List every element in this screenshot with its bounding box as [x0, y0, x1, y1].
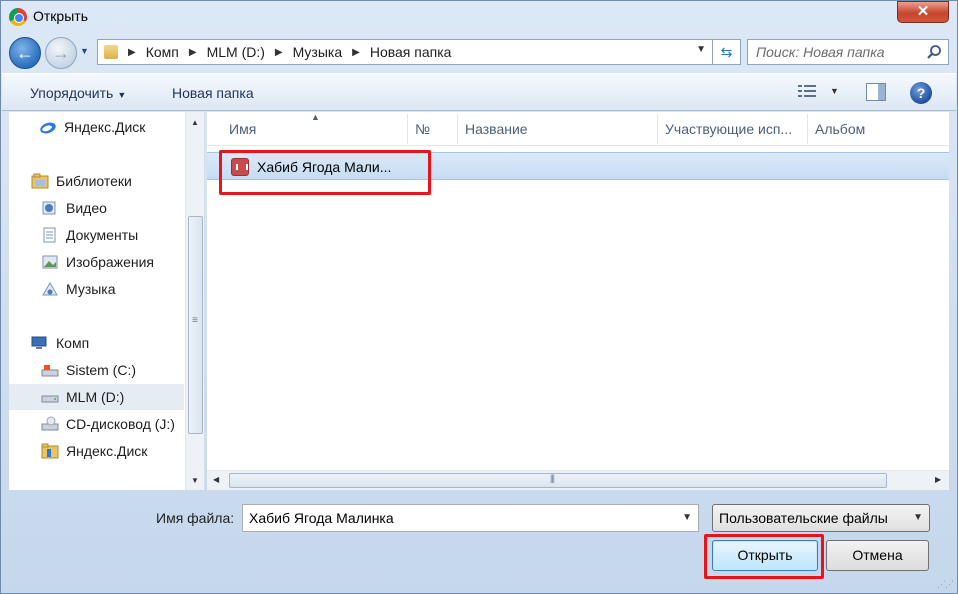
window-title: Открыть	[33, 8, 88, 24]
column-divider[interactable]	[407, 114, 408, 144]
close-button[interactable]: ✕	[897, 1, 949, 23]
scroll-down-icon[interactable]: ▼	[191, 476, 199, 485]
chevron-down-icon[interactable]: ▼	[696, 44, 706, 55]
nav-item-label: Музыка	[66, 281, 116, 297]
nav-item-label: Яндекс.Диск	[66, 443, 148, 459]
libraries-icon	[31, 173, 49, 189]
breadcrumb-item[interactable]: Комп	[146, 44, 179, 60]
nav-item-yandex-folder[interactable]: Яндекс.Диск	[41, 438, 204, 464]
breadcrumb-separator-icon[interactable]: ▶	[189, 47, 197, 58]
nav-item-label: Документы	[66, 227, 139, 243]
computer-icon	[31, 336, 47, 349]
nav-item-label: Библиотеки	[56, 173, 132, 189]
open-file-dialog: Открыть ✕ ← → ▼ ▶ Комп ▶ MLM (D:) ▶ Музыка …	[0, 0, 958, 594]
forward-button[interactable]: →	[45, 37, 77, 69]
nav-item-libraries[interactable]: Библиотеки	[31, 168, 204, 194]
breadcrumb-item[interactable]: Музыка	[293, 44, 343, 60]
navigation-pane: Яндекс.Диск Библиотеки Видео Документы И…	[9, 112, 205, 490]
breadcrumb-separator-icon[interactable]: ▶	[128, 47, 136, 58]
view-options-icon[interactable]	[798, 84, 816, 100]
organize-label: Упорядочить	[30, 85, 114, 101]
filename-label: Имя файла:	[156, 510, 235, 526]
help-icon[interactable]: ?	[910, 82, 932, 104]
nav-item-mlm-drive[interactable]: MLM (D:)	[9, 384, 184, 410]
system-drive-icon	[41, 365, 59, 377]
cancel-button[interactable]: Отмена	[826, 540, 929, 571]
scroll-left-icon[interactable]: ◀	[213, 475, 219, 484]
nav-item-computer[interactable]: Комп	[31, 330, 204, 356]
pictures-library-icon	[42, 255, 58, 269]
nav-item-music[interactable]: Музыка	[41, 276, 204, 302]
music-library-icon	[42, 282, 58, 296]
yandex-folder-icon	[41, 443, 59, 459]
column-header-title[interactable]: Название	[465, 121, 528, 137]
title-bar: Открыть ✕	[1, 1, 957, 33]
refresh-icon: ⇆	[720, 44, 733, 60]
resize-grip-icon[interactable]: ⋰⋰	[937, 579, 954, 590]
column-header-artists[interactable]: Участвующие исп...	[665, 121, 792, 137]
nav-pane-scrollbar[interactable]: ▲ ▼	[185, 112, 204, 490]
documents-library-icon	[43, 227, 56, 243]
yandex-disk-icon	[40, 122, 56, 134]
nav-item-label: MLM (D:)	[66, 389, 125, 405]
column-divider[interactable]	[807, 114, 808, 144]
open-button-highlight-annotation	[704, 534, 824, 579]
back-button[interactable]: ←	[9, 37, 41, 69]
scrollbar-thumb[interactable]	[188, 216, 203, 434]
sort-ascending-icon: ▲	[311, 112, 320, 122]
command-toolbar: Упорядочить ▼ Новая папка ▼ ?	[2, 73, 956, 111]
preview-pane-icon[interactable]	[866, 83, 886, 101]
nav-item-pictures[interactable]: Изображения	[41, 249, 204, 275]
file-pane-horizontal-scrollbar[interactable]: ◀ ▶	[207, 470, 949, 490]
search-icon[interactable]	[926, 44, 942, 60]
column-divider[interactable]	[457, 114, 458, 144]
nav-item-documents[interactable]: Документы	[41, 222, 204, 248]
breadcrumb-separator-icon[interactable]: ▶	[275, 47, 283, 58]
nav-item-cd-drive[interactable]: CD-дисковод (J:)	[41, 411, 204, 437]
nav-item-label: Яндекс.Диск	[64, 119, 146, 135]
chevron-down-icon: ▼	[913, 512, 923, 523]
chevron-down-icon: ▼	[117, 90, 127, 100]
nav-item-label: Изображения	[66, 254, 154, 270]
chevron-down-icon[interactable]: ▼	[830, 86, 839, 96]
drive-icon	[41, 395, 59, 403]
filename-combobox[interactable]: ▼	[242, 504, 699, 532]
video-library-icon	[42, 201, 56, 215]
scroll-right-icon[interactable]: ▶	[935, 475, 941, 484]
column-header-name[interactable]: Имя	[229, 121, 256, 137]
refresh-button[interactable]: ⇆	[713, 39, 741, 65]
search-input[interactable]	[748, 40, 918, 64]
column-header-row: ▲ Имя № Название Участвующие исп... Альб…	[207, 112, 949, 146]
forward-arrow-icon: →	[52, 43, 70, 63]
nav-item-label: Sistem (C:)	[66, 362, 136, 378]
breadcrumb-item[interactable]: MLM (D:)	[207, 44, 265, 60]
organize-button[interactable]: Упорядочить ▼	[30, 85, 126, 101]
address-bar[interactable]: ▶ Комп ▶ MLM (D:) ▶ Музыка ▶ Новая папка ▼	[97, 39, 713, 65]
column-divider[interactable]	[657, 114, 658, 144]
file-type-select[interactable]: Пользовательские файлы ▼	[712, 504, 930, 532]
scrollbar-thumb[interactable]	[229, 473, 887, 488]
folder-icon	[104, 45, 118, 59]
nav-item-yandex-disk[interactable]: Яндекс.Диск	[39, 114, 204, 140]
column-header-album[interactable]: Альбом	[815, 121, 865, 137]
recent-locations-dropdown[interactable]: ▼	[80, 46, 89, 56]
breadcrumb-separator-icon[interactable]: ▶	[352, 47, 360, 58]
column-header-number[interactable]: №	[415, 121, 430, 137]
chrome-app-icon	[9, 8, 27, 26]
nav-item-label: CD-дисковод (J:)	[66, 416, 175, 432]
back-arrow-icon: ←	[16, 43, 34, 63]
cd-drive-icon	[41, 416, 59, 431]
scroll-up-icon[interactable]: ▲	[191, 118, 199, 127]
file-type-value: Пользовательские файлы	[719, 510, 888, 526]
search-box[interactable]	[747, 39, 949, 65]
nav-item-label: Комп	[56, 335, 90, 351]
nav-item-video[interactable]: Видео	[41, 195, 204, 221]
nav-item-system-drive[interactable]: Sistem (C:)	[41, 357, 204, 383]
breadcrumb-item[interactable]: Новая папка	[370, 44, 452, 60]
filename-input[interactable]	[243, 505, 663, 531]
new-folder-button[interactable]: Новая папка	[172, 85, 254, 101]
nav-item-label: Видео	[66, 200, 107, 216]
file-highlight-annotation	[219, 150, 431, 195]
chevron-down-icon[interactable]: ▼	[682, 512, 692, 523]
